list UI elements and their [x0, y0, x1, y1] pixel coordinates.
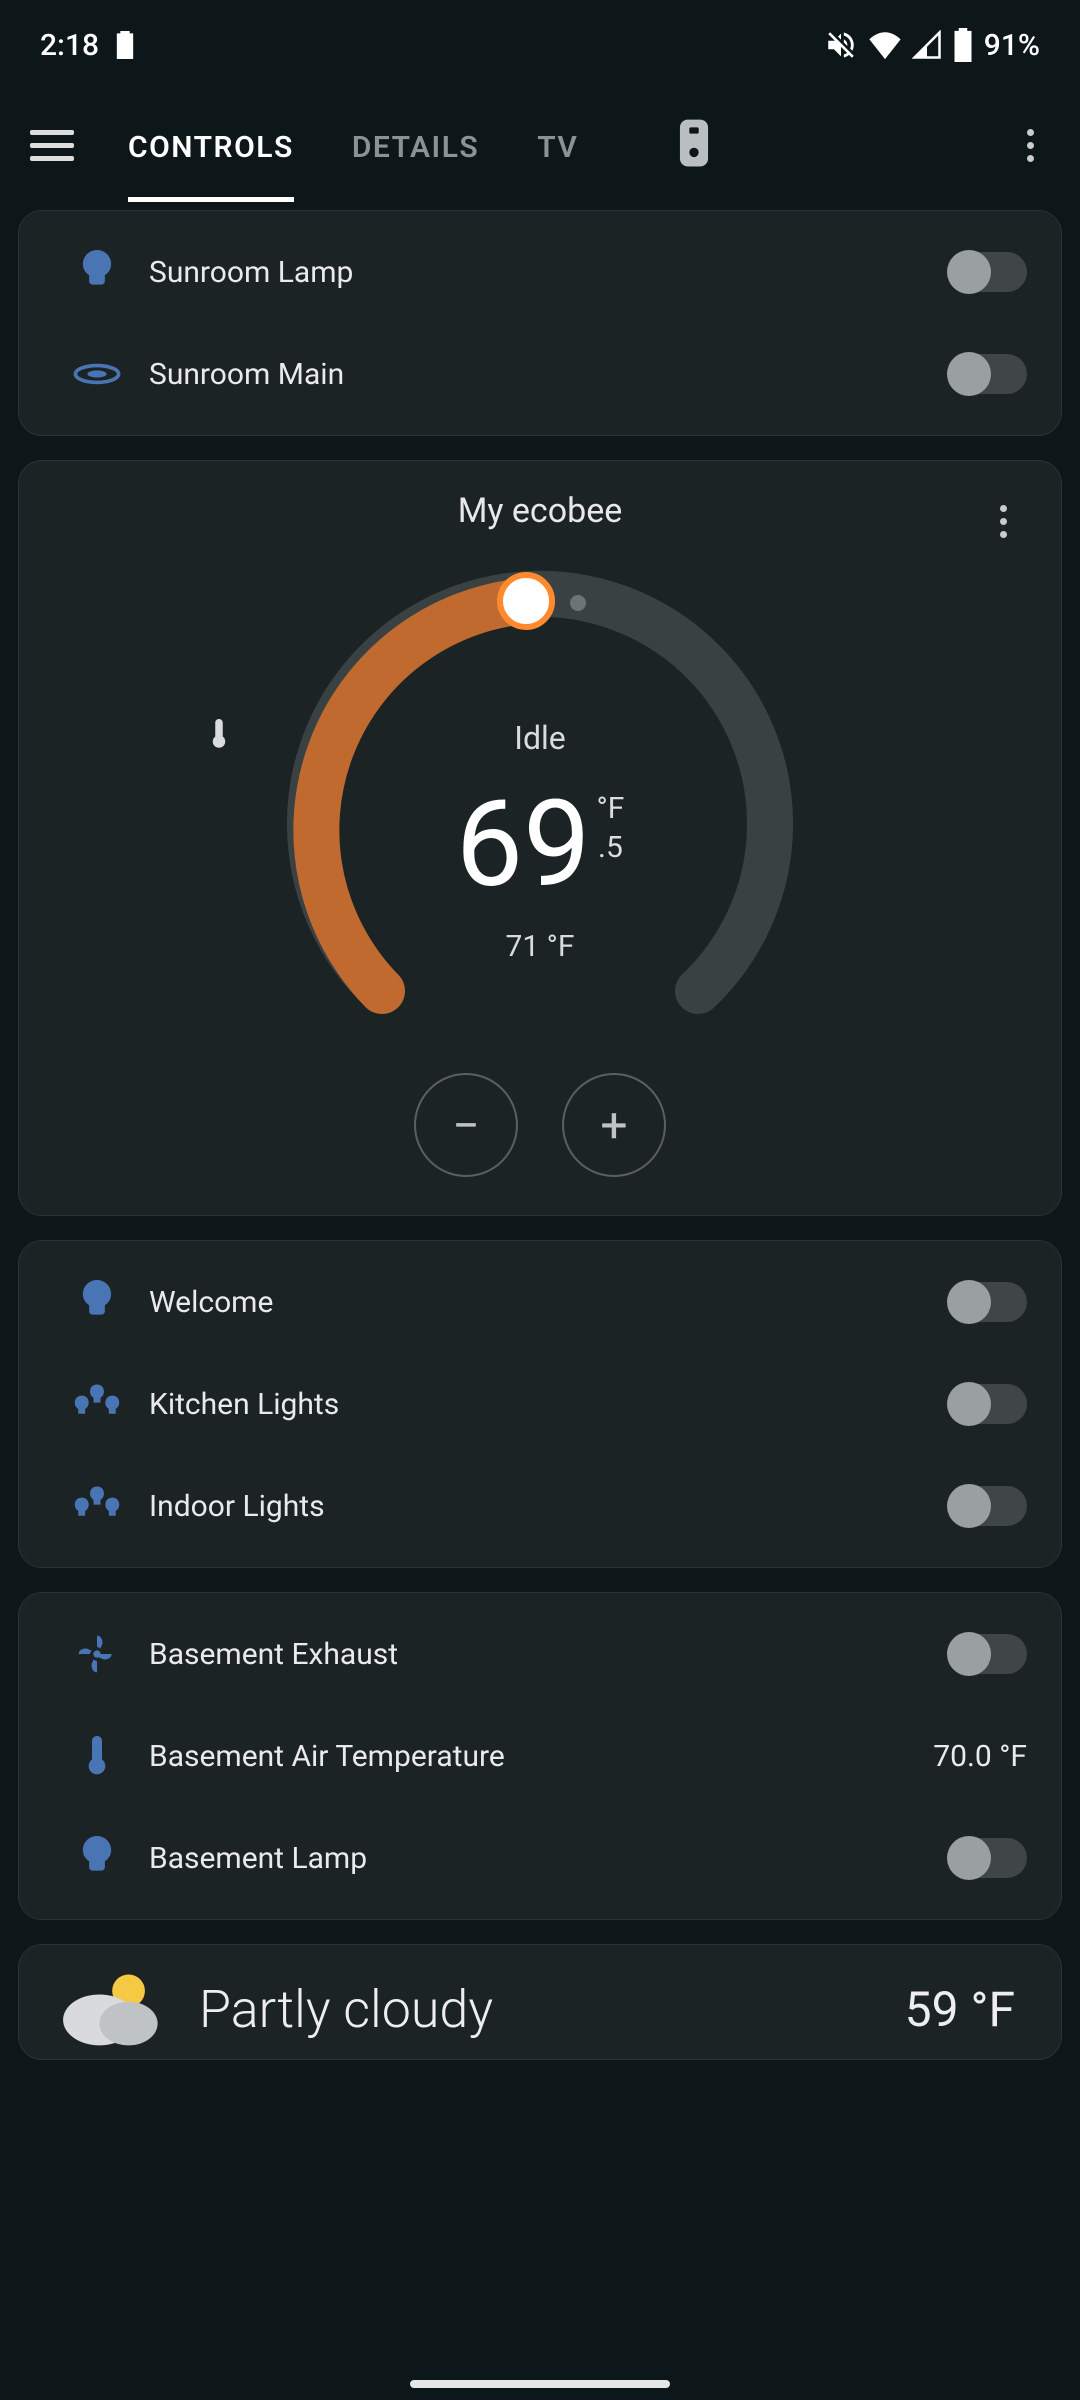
setpoint-integer: 69 — [456, 785, 591, 905]
thermometer-icon — [53, 1736, 141, 1776]
battery-portrait-icon — [115, 31, 135, 59]
sensor-label: Basement Air Temperature — [149, 1739, 933, 1774]
light-group-icon — [53, 1486, 141, 1526]
thermostat-dial[interactable]: Idle 69 °F .5 71 °F — [210, 559, 870, 1059]
sensor-row-basement-airtemp[interactable]: Basement Air Temperature 70.0 °F — [19, 1705, 1061, 1807]
card-weather[interactable]: Partly cloudy 59 °F — [18, 1944, 1062, 2060]
setpoint-unit: °F — [597, 791, 625, 826]
device-label: Basement Exhaust — [149, 1637, 949, 1672]
remote-icon-button[interactable] — [676, 118, 712, 172]
battery-icon — [952, 28, 974, 62]
thermostat-readout: Idle 69 °F .5 71 °F — [210, 719, 870, 964]
app-bar: CONTROLS DETAILS TV — [0, 90, 1080, 200]
bulb-icon — [53, 250, 141, 294]
card-lights: Welcome Kitchen Lights Indoor Lights — [18, 1240, 1062, 1568]
content-scroll[interactable]: Sunroom Lamp Sunroom Main My ecobee Idle — [0, 200, 1080, 2060]
mute-icon — [824, 28, 858, 62]
device-row-sunroom-lamp[interactable]: Sunroom Lamp — [19, 221, 1061, 323]
tab-details[interactable]: DETAILS — [352, 94, 479, 197]
card-basement: Basement Exhaust Basement Air Temperatur… — [18, 1592, 1062, 1920]
bulb-icon — [53, 1280, 141, 1324]
toggle-switch[interactable] — [949, 354, 1027, 394]
setpoint-fraction: .5 — [597, 830, 625, 865]
weather-temp: 59 °F — [905, 1981, 1015, 2038]
toggle-switch[interactable] — [949, 1282, 1027, 1322]
device-row-basement-lamp[interactable]: Basement Lamp — [19, 1807, 1061, 1909]
toggle-switch[interactable] — [949, 1634, 1027, 1674]
ceiling-light-icon — [53, 361, 141, 387]
home-indicator[interactable] — [410, 2380, 670, 2388]
thermostat-menu-button[interactable] — [983, 501, 1023, 541]
card-sunroom: Sunroom Lamp Sunroom Main — [18, 210, 1062, 436]
thermostat-state: Idle — [210, 719, 870, 757]
toggle-switch[interactable] — [949, 252, 1027, 292]
weather-condition: Partly cloudy — [199, 1979, 905, 2040]
device-label: Kitchen Lights — [149, 1387, 949, 1422]
fan-icon — [53, 1632, 141, 1676]
device-row-basement-exhaust[interactable]: Basement Exhaust — [19, 1603, 1061, 1705]
wifi-icon — [868, 30, 902, 60]
device-label: Sunroom Main — [149, 357, 949, 392]
device-label: Welcome — [149, 1285, 949, 1320]
status-time: 2:18 — [40, 28, 99, 63]
device-row-welcome[interactable]: Welcome — [19, 1251, 1061, 1353]
temp-down-button[interactable]: − — [414, 1073, 518, 1177]
device-row-sunroom-main[interactable]: Sunroom Main — [19, 323, 1061, 425]
tab-controls[interactable]: CONTROLS — [128, 94, 294, 202]
sensor-temp: 71 °F — [506, 929, 575, 964]
battery-percent: 91% — [984, 28, 1040, 63]
toggle-switch[interactable] — [949, 1384, 1027, 1424]
device-row-indoor-lights[interactable]: Indoor Lights — [19, 1455, 1061, 1557]
light-group-icon — [53, 1384, 141, 1424]
bulb-icon — [53, 1836, 141, 1880]
thermometer-icon — [210, 719, 228, 749]
device-label: Basement Lamp — [149, 1841, 949, 1876]
status-bar: 2:18 91% — [0, 0, 1080, 90]
partly-cloudy-icon — [49, 1969, 179, 2049]
toggle-switch[interactable] — [949, 1838, 1027, 1878]
menu-button[interactable] — [30, 121, 78, 169]
tab-tv[interactable]: TV — [537, 94, 578, 197]
cell-signal-icon — [912, 30, 942, 60]
device-label: Indoor Lights — [149, 1489, 949, 1524]
card-thermostat: My ecobee Idle 69 °F .5 — [18, 460, 1062, 1216]
device-label: Sunroom Lamp — [149, 255, 949, 290]
temp-up-button[interactable]: + — [562, 1073, 666, 1177]
thermostat-title: My ecobee — [19, 491, 1061, 531]
device-row-kitchen-lights[interactable]: Kitchen Lights — [19, 1353, 1061, 1455]
overflow-menu-button[interactable] — [1010, 125, 1050, 165]
sensor-value: 70.0 °F — [933, 1739, 1027, 1774]
toggle-switch[interactable] — [949, 1486, 1027, 1526]
